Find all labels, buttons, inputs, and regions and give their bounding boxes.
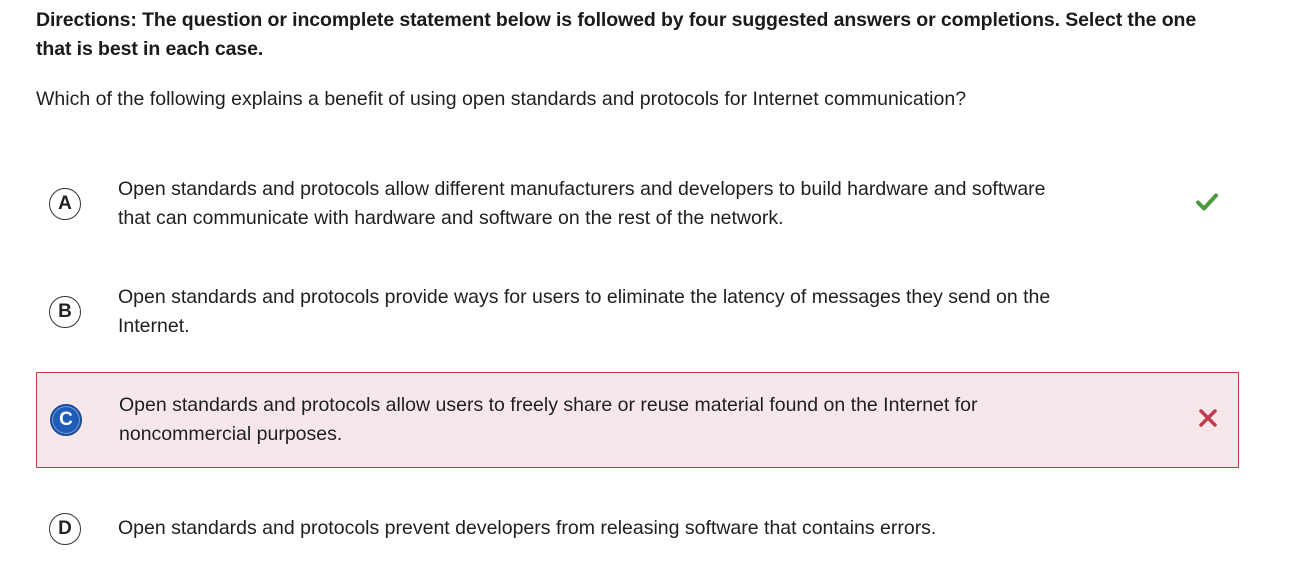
x-icon [1199, 409, 1217, 427]
answer-choice-d[interactable]: D Open standards and protocols prevent d… [36, 505, 1239, 555]
checkmark-icon [1196, 193, 1218, 211]
answer-choice-b[interactable]: B Open standards and protocols provide w… [36, 276, 1239, 346]
choice-letter-c: C [50, 404, 82, 436]
choice-letter-b: B [49, 296, 81, 328]
choice-text-a: Open standards and protocols allow diffe… [118, 178, 1046, 229]
choice-text-b: Open standards and protocols provide way… [118, 286, 1051, 337]
choice-letter-d: D [49, 513, 81, 545]
choice-letter-a: A [49, 188, 81, 220]
choice-text-c: Open standards and protocols allow users… [119, 394, 978, 445]
answer-choice-c[interactable]: C Open standards and protocols allow use… [36, 372, 1239, 468]
directions-text: Directions: The question or incomplete s… [36, 9, 1197, 60]
choice-text-d: Open standards and protocols prevent dev… [118, 517, 937, 539]
question-text: Which of the following explains a benefi… [36, 88, 967, 110]
answer-choice-a[interactable]: A Open standards and protocols allow dif… [36, 168, 1239, 238]
